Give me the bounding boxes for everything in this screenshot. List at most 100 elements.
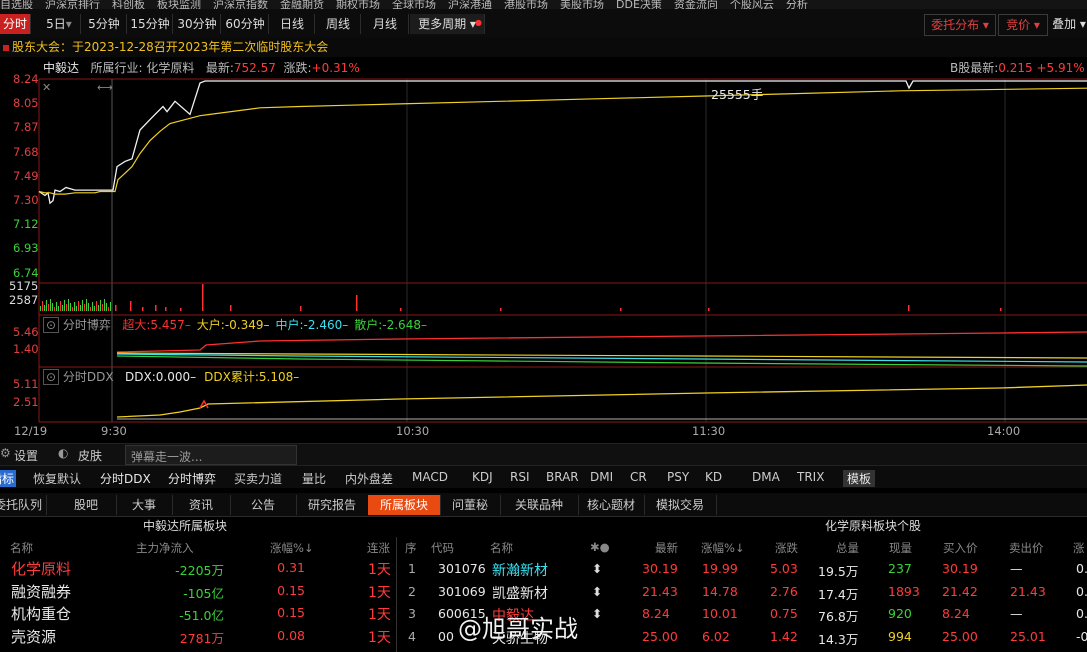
top-nav-item[interactable]: 个股风云 [730,0,774,9]
fund-game-legend: ⊙ 分时博弈 超大:5.457– 大户:-0.349– 中户:-2.460– 散户:-… [43,316,433,333]
indicator-tab[interactable]: DMI [590,470,613,484]
left-row-name[interactable]: 机构重仓 [11,603,71,624]
info-tab[interactable]: 公告 [230,495,297,515]
indicator-tab[interactable]: 量比 [302,470,326,487]
period-5day-button[interactable]: 5日▾ [38,14,81,34]
gear-icon[interactable]: ⚙ [0,446,11,460]
left-row-name[interactable]: 壳资源 [11,626,56,647]
indicator-tab[interactable]: 买卖力道 [234,470,282,487]
right-row-name[interactable]: 凯盛新材 [492,583,548,603]
left-row-streak: 1天 [368,562,391,578]
volume-bar [64,300,65,311]
volume-bar [54,307,55,311]
info-tab[interactable]: 所属板块 [368,495,441,515]
right-row-idx: 2 [408,583,416,599]
change-value: +0.31% [311,61,360,75]
indicator-tab[interactable]: CR [630,470,647,484]
entrust-distribution-button[interactable]: 委托分布 ▾ [924,14,996,36]
top-nav-item[interactable]: 分析 [786,0,808,9]
left-panel-title: 中毅达所属板块 [143,519,228,533]
intraday-chart[interactable]: ✕ ⟷ [0,77,1087,443]
period-30min-button[interactable]: 30分钟 [174,14,221,34]
fund-game-settings-icon[interactable]: ⊙ [43,317,60,333]
volume-bar [165,307,167,311]
notice-bar[interactable]: 股东大会：于2023-12-28召开2023年第二次临时股东大会 [0,37,1087,57]
period-5min-button[interactable]: 5分钟 [82,14,127,34]
right-row-last: 21.43 [642,583,678,599]
top-nav-item[interactable]: 全球市场 [392,0,436,9]
period-month-button[interactable]: 月线 [362,14,409,34]
left-row-inflow: -105亿 [183,585,224,601]
skin-label[interactable]: 皮肤 [78,447,102,464]
period-intraday-button[interactable]: 分时 [0,14,31,34]
left-row-pct: 0.31 [277,560,305,575]
info-tab[interactable]: 研究报告 [296,495,369,515]
info-tab[interactable]: 股吧 [56,495,117,515]
top-nav-item[interactable]: 期权市场 [336,0,380,9]
left-row-name[interactable]: 化学原料 [11,558,71,579]
top-nav-item[interactable]: 沪深京排行 [45,0,100,9]
top-nav-item[interactable]: DDE决策 [616,0,662,9]
info-tab[interactable]: 核心题材 [578,495,645,515]
left-row-inflow: 2781万 [179,630,224,646]
info-tab[interactable]: 资讯 [172,495,231,515]
indicator-tab[interactable]: 模板 [843,470,876,487]
auction-button[interactable]: 竞价 ▾ [998,14,1048,36]
indicator-tab[interactable]: KD [705,470,722,484]
info-tab[interactable]: 关联品种 [500,495,579,515]
left-header-pct[interactable]: 涨幅%↓ [270,540,314,556]
indicator-tab[interactable]: 内外盘差 [345,470,393,487]
indicator-tab[interactable]: BRAR [546,470,579,484]
volume-bar [86,299,87,311]
top-nav-item[interactable]: 美股市场 [560,0,604,9]
settings-label[interactable]: 设置 [14,447,38,464]
indicator-tab[interactable]: KDJ [472,470,493,484]
danmu-input[interactable]: 弹幕走一波... [125,445,297,465]
right-row-name[interactable]: 新瀚新材 [492,560,548,580]
right-row-vol: 17.4万 [818,586,859,602]
right-header-cell: 买入价 [943,541,978,555]
info-tab[interactable]: 问董秘 [440,495,501,515]
top-nav-item[interactable]: 金融期货 [280,0,324,9]
overlay-button[interactable]: 叠加 ▾ [1049,14,1087,34]
left-row-inflow: -2205万 [175,563,224,578]
left-row-pct: 0.08 [277,627,305,643]
period-15min-button[interactable]: 15分钟 [128,14,173,34]
left-row-name[interactable]: 融资融券 [11,581,71,602]
price-axis-label: 6.74 [13,265,39,280]
indicator-tab[interactable]: RSI [510,470,530,484]
top-nav-item[interactable]: 港股市场 [504,0,548,9]
top-nav-item[interactable]: 资金流向 [674,0,718,9]
skin-icon[interactable]: ◐ [58,446,68,460]
more-periods-button[interactable]: 更多周期 ▾ ● [410,14,485,34]
right-header-cell[interactable]: 涨幅%↓ [701,540,745,556]
right-header-cell: 最新 [655,541,678,555]
indicator-tab[interactable]: TRIX [797,470,824,484]
top-nav-item[interactable]: 板块监测 [157,0,201,9]
indicator-tab[interactable]: 分时DDX [100,470,151,487]
top-nav-item[interactable]: 科创板 [112,0,145,9]
period-60min-button[interactable]: 60分钟 [222,14,269,34]
indicator-tab[interactable]: 恢复默认 [33,470,81,487]
top-nav-item[interactable]: 自选股 [0,0,33,9]
top-nav-item[interactable]: 沪深京指数 [213,0,268,9]
stock-name: 中毅达 [43,61,80,75]
ddx-settings-icon[interactable]: ⊙ [43,369,60,385]
period-day-button[interactable]: 日线 [270,14,315,34]
right-row-idx: 3 [408,606,416,621]
indicator-tab[interactable]: DMA [752,470,780,484]
info-tab[interactable]: 大事 [116,495,173,515]
volume-bar [130,301,132,311]
right-row-pct: 19.99 [702,561,738,576]
indicator-tab[interactable]: MACD [412,470,448,484]
ddx-cumulative-line [116,384,1087,418]
top-nav-item[interactable]: 沪深港通 [448,0,492,9]
indicator-tab[interactable]: 指标 [0,470,17,487]
indicator-tab[interactable]: PSY [667,470,689,484]
indicator-tab[interactable]: 分时博弈 [168,470,216,487]
right-row-mark: ⬍ [592,606,603,621]
volume-bar [66,304,67,311]
info-tab[interactable]: 模拟交易 [644,495,717,515]
period-week-button[interactable]: 周线 [316,14,361,34]
info-tab[interactable]: 委托队列 [0,495,47,515]
